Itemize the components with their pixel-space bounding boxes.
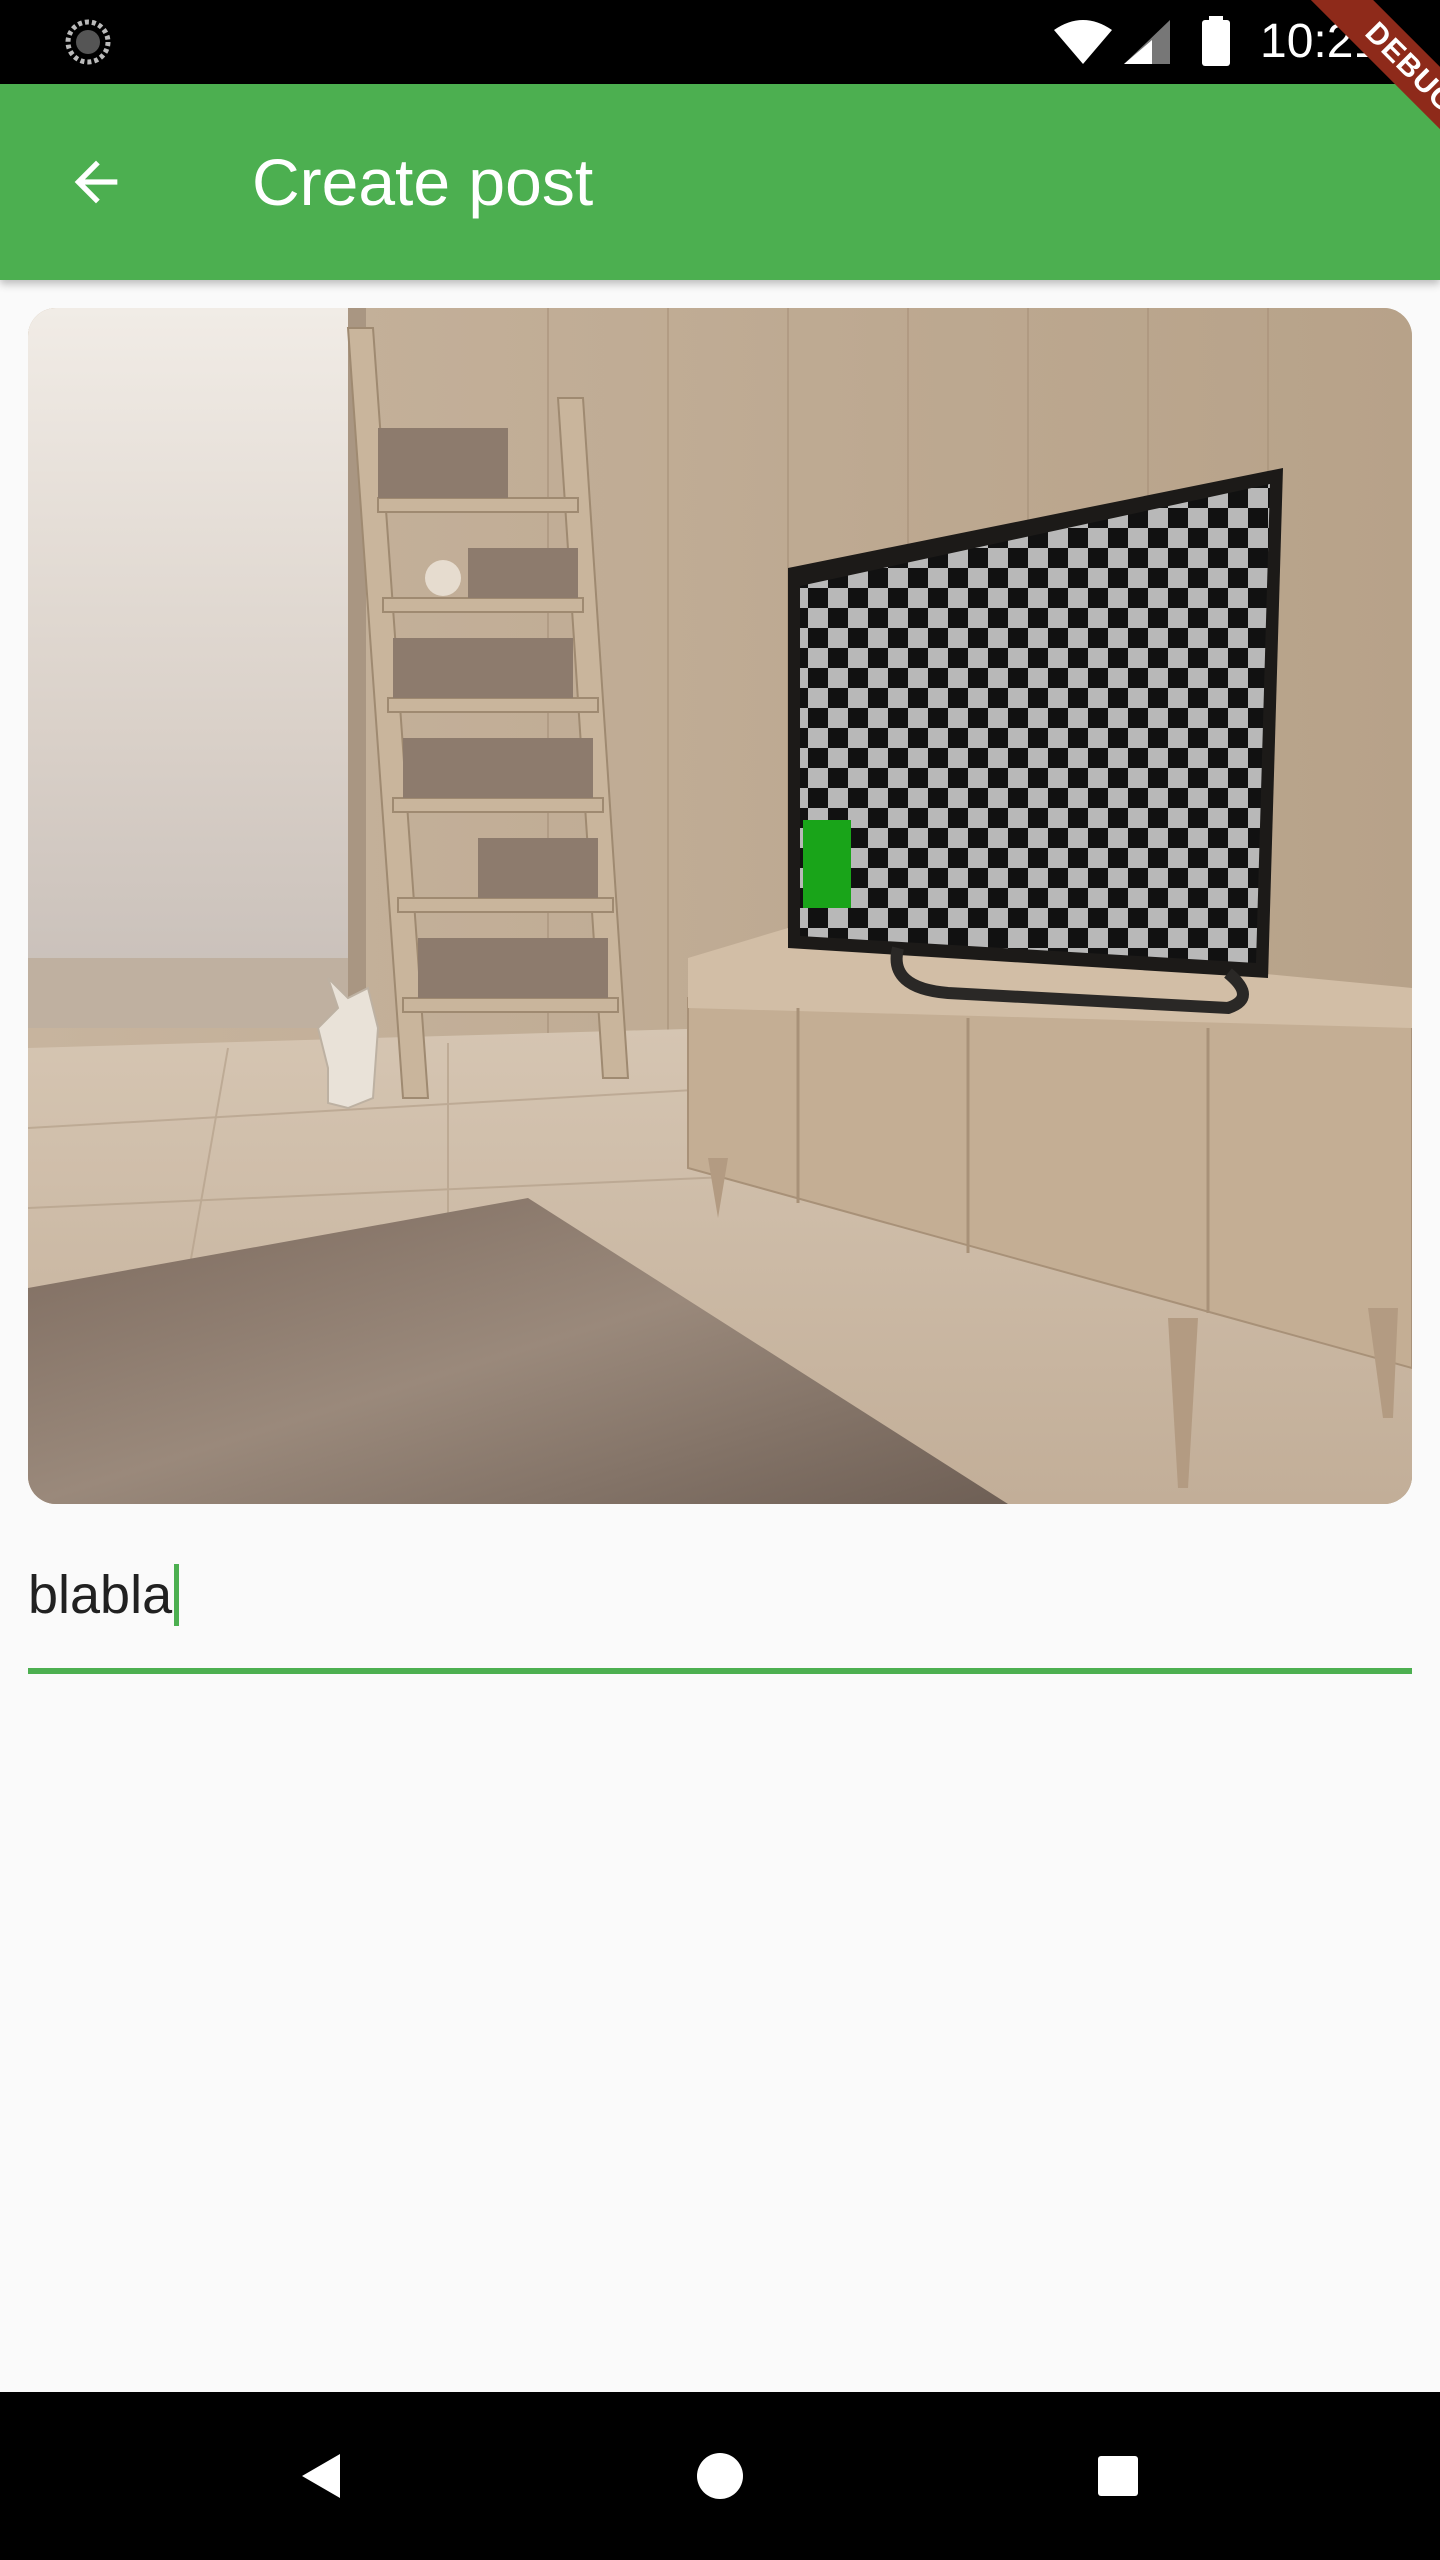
text-cursor	[174, 1564, 180, 1626]
back-button[interactable]	[48, 134, 144, 230]
nav-back-button[interactable]	[282, 2436, 362, 2516]
back-triangle-icon	[302, 2454, 340, 2498]
screen: 10:21 Create post DEBUG blabla	[0, 0, 1440, 2560]
wifi-icon	[1054, 20, 1112, 64]
system-nav-bar	[0, 2392, 1440, 2560]
status-time: 10:21	[1260, 15, 1381, 68]
page-title: Create post	[252, 145, 594, 219]
caption-underline	[28, 1668, 1412, 1674]
sync-icon	[65, 19, 111, 65]
caption-value: blabla	[28, 1565, 173, 1625]
app-bar: Create post	[0, 84, 1440, 280]
caption-field[interactable]: blabla	[28, 1540, 1412, 1676]
home-circle-icon	[697, 2453, 743, 2499]
nav-home-button[interactable]	[680, 2436, 760, 2516]
cell-signal-icon	[1124, 20, 1170, 64]
arrow-back-icon	[74, 160, 118, 204]
nav-recents-button[interactable]	[1078, 2436, 1158, 2516]
battery-icon	[1202, 16, 1230, 66]
status-bar: 10:21	[0, 0, 1440, 84]
caption-input[interactable]: blabla	[28, 1560, 180, 1630]
recents-square-icon	[1098, 2456, 1138, 2496]
post-image[interactable]	[28, 308, 1412, 1504]
room-photo	[28, 308, 1412, 1504]
